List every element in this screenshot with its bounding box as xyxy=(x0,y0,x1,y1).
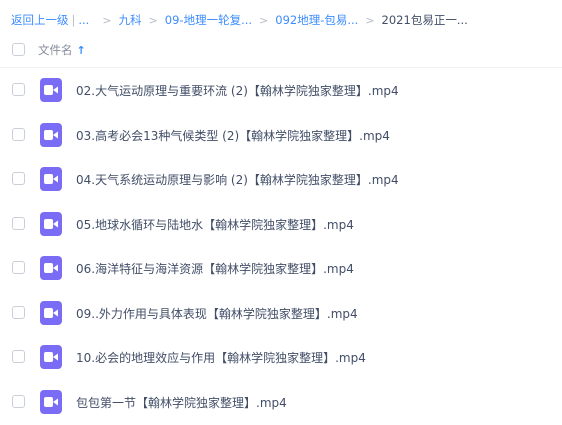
table-row[interactable]: 04.天气系统运动原理与影响 (2)【翰林学院独家整理】.mp4 xyxy=(0,157,562,202)
chevron-right-icon: > xyxy=(365,13,375,27)
select-all-checkbox[interactable] xyxy=(12,43,25,56)
sort-ascending-icon[interactable]: ↑ xyxy=(77,44,86,57)
file-name[interactable]: 包包第一节【翰林学院独家整理】.mp4 xyxy=(76,394,287,411)
video-file-icon xyxy=(40,78,62,102)
video-file-icon xyxy=(40,345,62,369)
column-header-filename[interactable]: 文件名 ↑ xyxy=(38,42,86,58)
table-row[interactable]: 包包第一节【翰林学院独家整理】.mp4 xyxy=(0,380,562,425)
chevron-right-icon: > xyxy=(259,13,269,27)
breadcrumb-item-geo-review[interactable]: 09-地理一轮复... xyxy=(165,12,252,28)
video-file-icon xyxy=(40,389,62,414)
breadcrumb-current: 2021包易正一... xyxy=(381,13,468,27)
file-name[interactable]: 10.必会的地理效应与作用【翰林学院独家整理】.mp4 xyxy=(76,349,366,366)
file-list: 02.大气运动原理与重要环流 (2)【翰林学院独家整理】.mp4 03.高考必会… xyxy=(0,68,562,424)
video-file-icon xyxy=(40,211,62,236)
breadcrumb: 返回上一级 | ... > 九科 > 09-地理一轮复... > 092地理-包… xyxy=(11,11,468,29)
file-name[interactable]: 02.大气运动原理与重要环流 (2)【翰林学院独家整理】.mp4 xyxy=(76,82,399,99)
back-link[interactable]: 返回上一级 xyxy=(11,12,69,28)
file-name[interactable]: 05.地球水循环与陆地水【翰林学院独家整理】.mp4 xyxy=(76,216,354,233)
breadcrumb-item-jiuke[interactable]: 九科 xyxy=(119,12,142,28)
row-checkbox[interactable] xyxy=(12,216,25,230)
row-checkbox[interactable] xyxy=(12,350,25,363)
video-file-icon xyxy=(40,256,62,280)
list-header: 文件名 ↑ xyxy=(0,36,562,64)
file-name[interactable]: 03.高考必会13种气候类型 (2)【翰林学院独家整理】.mp4 xyxy=(76,127,390,144)
row-checkbox[interactable] xyxy=(12,394,25,408)
row-checkbox[interactable] xyxy=(12,83,25,96)
row-checkbox[interactable] xyxy=(12,305,25,319)
breadcrumb-ellipsis[interactable]: ... xyxy=(78,13,89,27)
file-name[interactable]: 04.天气系统运动原理与影响 (2)【翰林学院独家整理】.mp4 xyxy=(76,171,399,188)
row-checkbox[interactable] xyxy=(12,172,25,185)
table-row[interactable]: 06.海洋特征与海洋资源【翰林学院独家整理】.mp4 xyxy=(0,246,562,291)
breadcrumb-item-geo-baoyi[interactable]: 092地理-包易... xyxy=(275,12,358,28)
file-name[interactable]: 09..外力作用与具体表现【翰林学院独家整理】.mp4 xyxy=(76,305,358,322)
table-row[interactable]: 05.地球水循环与陆地水【翰林学院独家整理】.mp4 xyxy=(0,202,562,247)
chevron-right-icon: > xyxy=(148,13,158,27)
file-browser: 返回上一级 | ... > 九科 > 09-地理一轮复... > 092地理-包… xyxy=(0,0,562,425)
breadcrumb-divider: | xyxy=(71,13,76,27)
video-file-icon xyxy=(40,122,62,147)
table-row[interactable]: 09..外力作用与具体表现【翰林学院独家整理】.mp4 xyxy=(0,291,562,336)
row-checkbox[interactable] xyxy=(12,127,25,141)
video-file-icon xyxy=(40,167,62,191)
row-checkbox[interactable] xyxy=(12,261,25,274)
video-file-icon xyxy=(40,300,62,325)
chevron-right-icon: > xyxy=(102,13,112,27)
table-row[interactable]: 10.必会的地理效应与作用【翰林学院独家整理】.mp4 xyxy=(0,335,562,380)
table-row[interactable]: 03.高考必会13种气候类型 (2)【翰林学院独家整理】.mp4 xyxy=(0,113,562,158)
column-header-label: 文件名 xyxy=(38,43,73,57)
table-row[interactable]: 02.大气运动原理与重要环流 (2)【翰林学院独家整理】.mp4 xyxy=(0,68,562,113)
file-name[interactable]: 06.海洋特征与海洋资源【翰林学院独家整理】.mp4 xyxy=(76,260,354,277)
